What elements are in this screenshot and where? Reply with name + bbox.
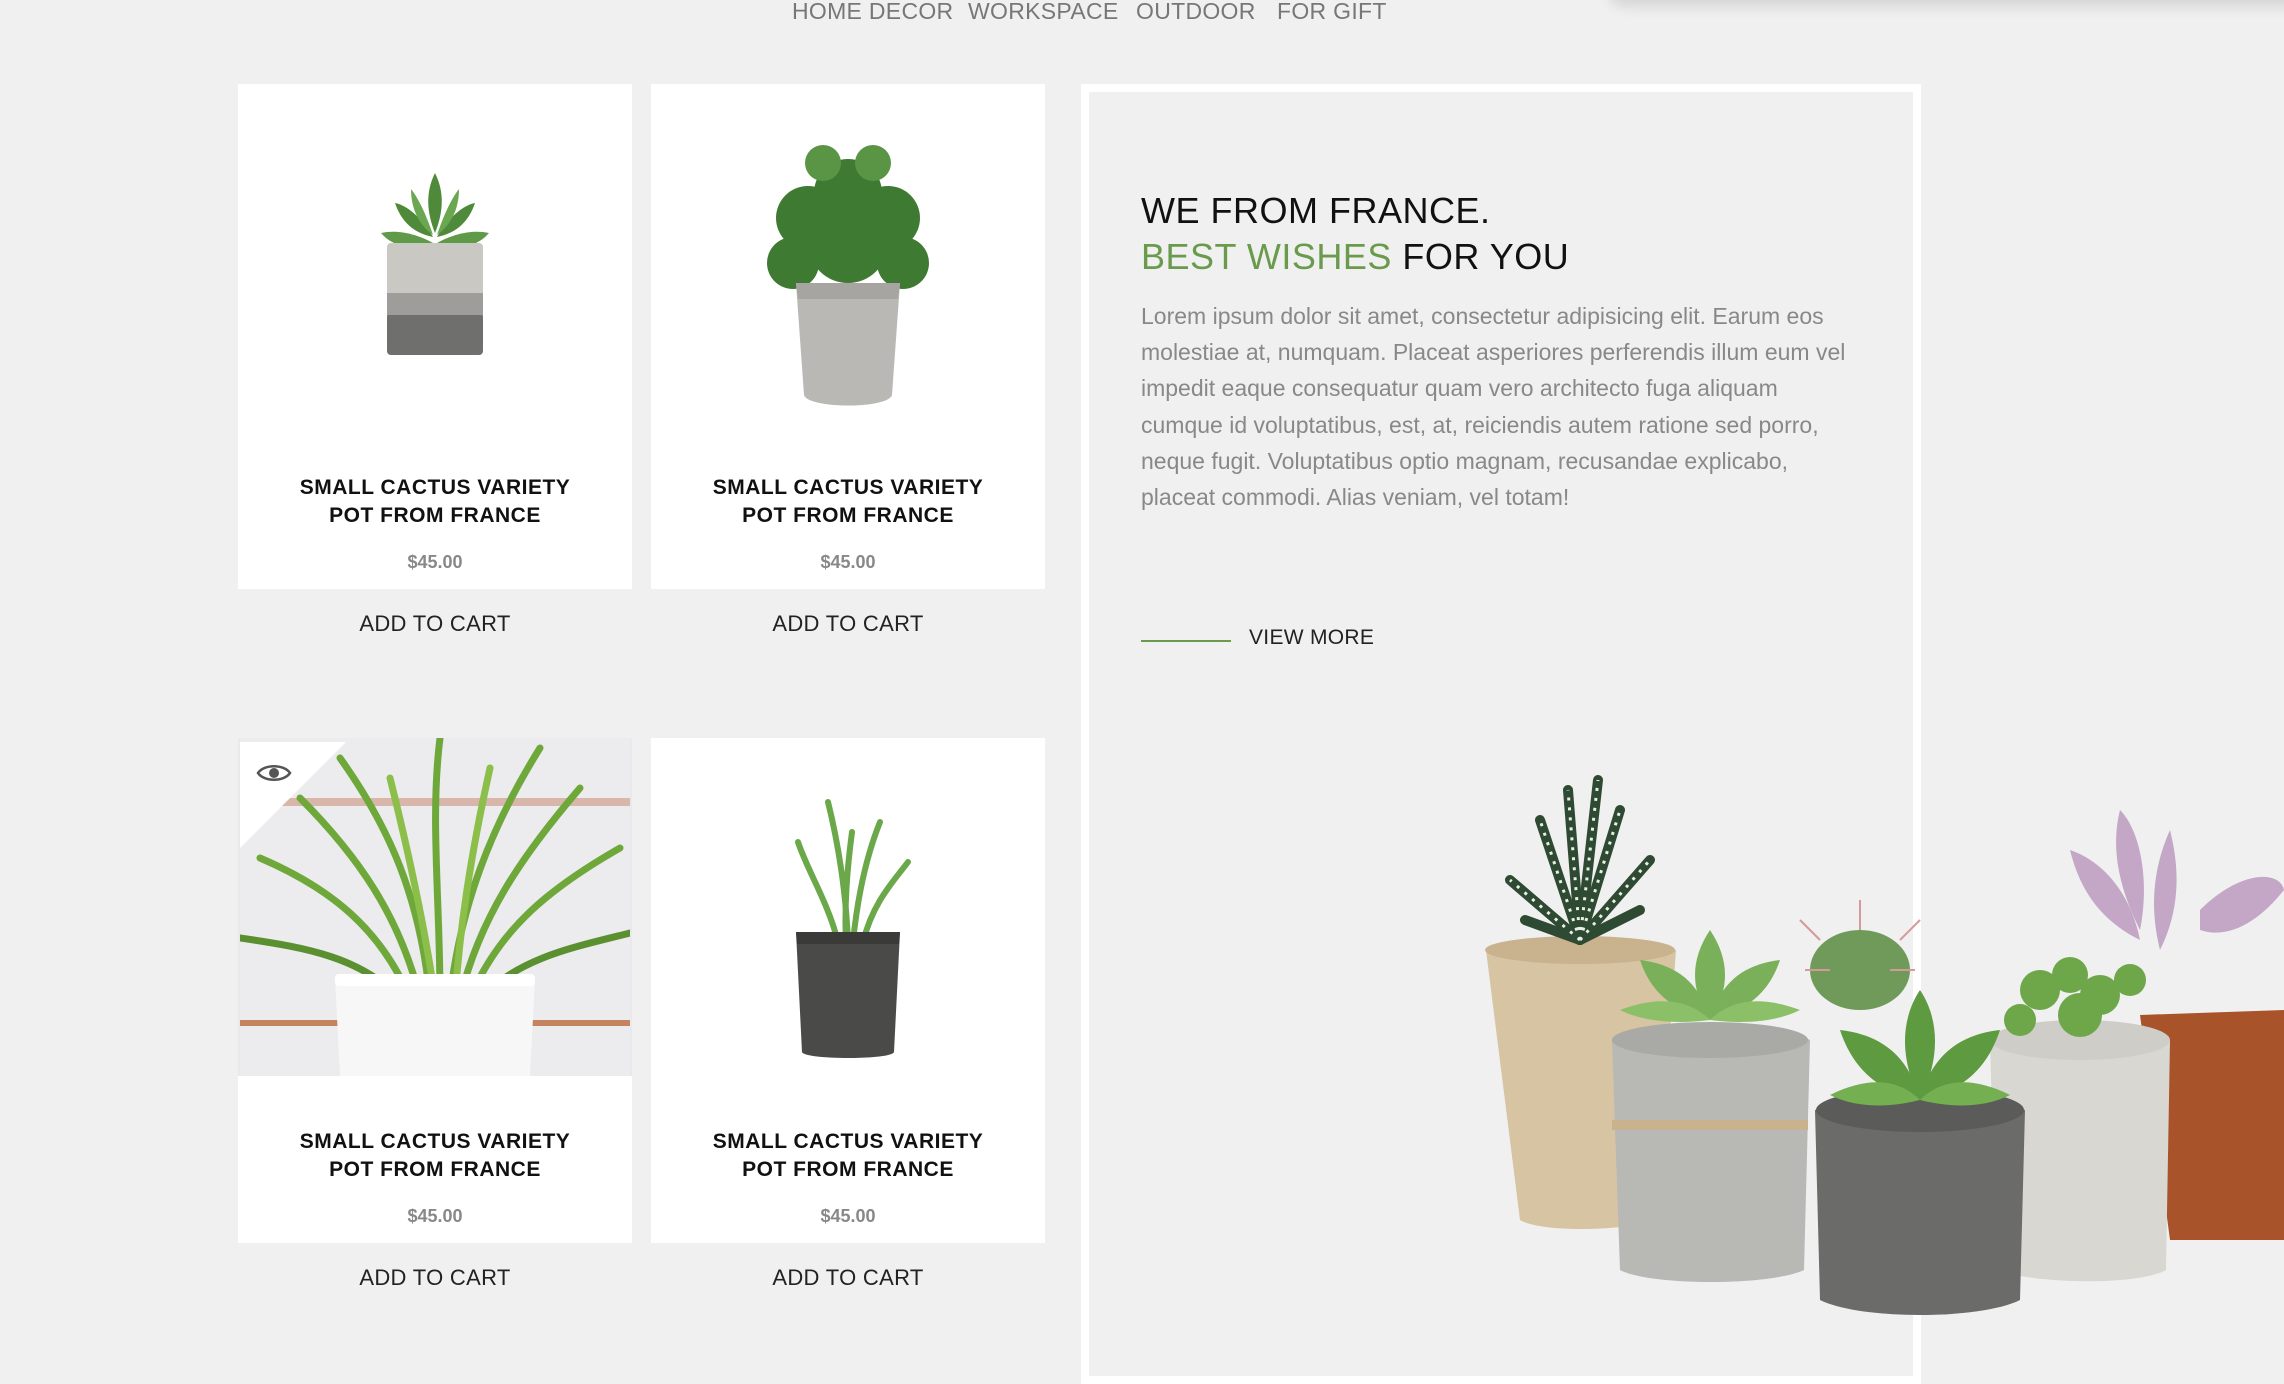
feature-body: Lorem ipsum dolor sit amet, consectetur … [1141,303,1846,511]
add-to-cart-button[interactable]: ADD TO CART [238,1265,632,1291]
add-to-cart-button[interactable]: ADD TO CART [651,611,1045,637]
succulent-pot-icon [381,173,489,355]
eye-icon[interactable] [256,762,292,784]
product-card[interactable]: SMALL CACTUS VARIETY POT FROM FRANCE $45… [651,738,1045,1243]
product-image[interactable] [651,738,1045,1076]
product-card[interactable]: SMALL CACTUS VARIETY POT FROM FRANCE $45… [651,84,1045,589]
product-name[interactable]: SMALL CACTUS VARIETY POT FROM FRANCE [238,1128,632,1184]
plants-group-image [1480,770,2284,1320]
product-image[interactable] [238,84,632,422]
nav-for-gift[interactable]: FOR GIFT [1277,0,1387,25]
product-price: $45.00 [820,1206,876,1226]
add-to-cart-button[interactable]: ADD TO CART [238,611,632,637]
top-nav: HOME DECOR WORKSPACE OUTDOOR FOR GIFT [0,0,1386,40]
quick-view-corner [240,742,346,848]
nav-outdoor[interactable]: OUTDOOR [1136,0,1256,25]
product-price: $45.00 [407,1206,463,1226]
sprout-pot-icon [795,799,911,1058]
nav-home-decor[interactable]: HOME DECOR [792,0,953,25]
product-name[interactable]: SMALL CACTUS VARIETY POT FROM FRANCE [238,474,632,530]
leafy-plant-pot-icon [767,145,929,406]
product-price: $45.00 [820,552,876,572]
heading-accent: BEST WISHES [1141,236,1392,277]
view-more-line [1141,640,1231,642]
add-to-cart-button[interactable]: ADD TO CART [651,1265,1045,1291]
nav-workspace[interactable]: WORKSPACE [968,0,1119,25]
product-card[interactable]: SMALL CACTUS VARIETY POT FROM FRANCE $45… [238,84,632,589]
product-price: $45.00 [407,552,463,572]
view-more-link[interactable]: VIEW MORE [1249,626,1374,650]
feature-heading: WE FROM FRANCE. BEST WISHES FOR YOU [1141,190,1570,277]
product-name[interactable]: SMALL CACTUS VARIETY POT FROM FRANCE [651,1128,1045,1184]
product-name[interactable]: SMALL CACTUS VARIETY POT FROM FRANCE [651,474,1045,530]
product-image[interactable] [651,84,1045,422]
